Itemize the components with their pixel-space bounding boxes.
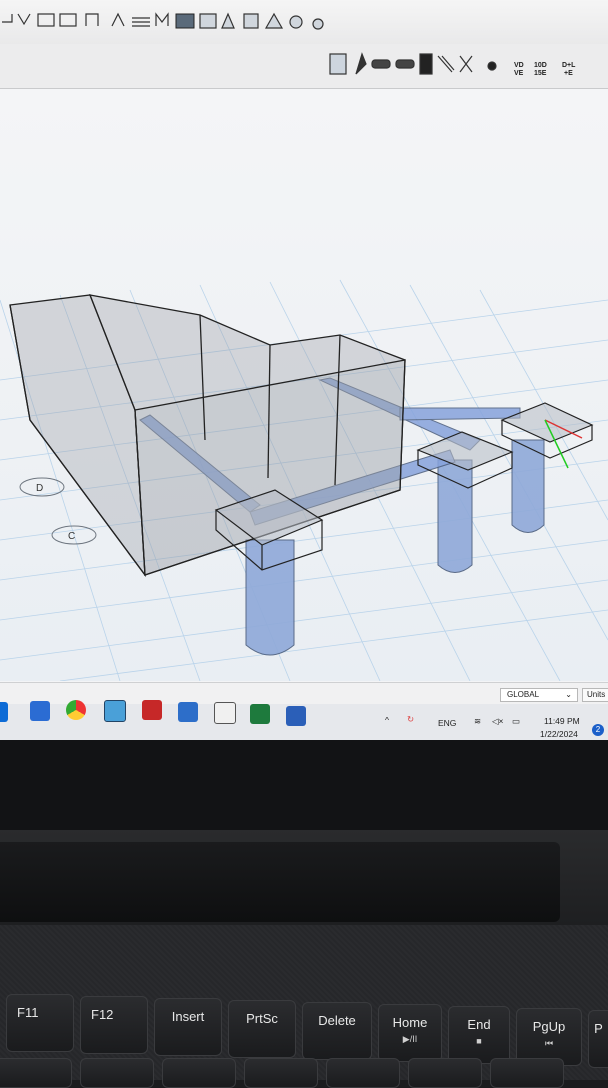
- secondary-toolbar: VD VE 10D 15E D+L +E: [0, 44, 608, 89]
- tool-icon[interactable]: [437, 55, 455, 73]
- coordinate-system-select[interactable]: GLOBAL ⌄: [500, 688, 578, 702]
- tool-icon[interactable]: [459, 55, 473, 73]
- view-icon-label[interactable]: +E: [564, 70, 573, 77]
- word-icon[interactable]: [286, 706, 306, 726]
- chrome-icon[interactable]: [66, 700, 86, 720]
- monitor-screen: VD VE 10D 15E D+L +E D C GLOBAL ⌄ Units …: [0, 0, 608, 740]
- view-icon-label[interactable]: 10D: [534, 62, 547, 69]
- view-icon-label[interactable]: VE: [514, 70, 523, 77]
- start-icon[interactable]: [0, 702, 8, 722]
- view-icon-label[interactable]: D+L: [562, 62, 575, 69]
- grid-bubble-c: C: [51, 525, 97, 545]
- wifi-icon[interactable]: ≋: [474, 716, 481, 727]
- key-f12[interactable]: F12: [80, 996, 148, 1054]
- tool-icon[interactable]: [312, 18, 324, 30]
- volume-muted-icon[interactable]: ◁×: [492, 716, 504, 727]
- laptop-bezel: [0, 740, 608, 830]
- tool-icon[interactable]: [199, 13, 217, 29]
- tool-icon[interactable]: [371, 59, 391, 69]
- tool-icon[interactable]: [243, 13, 259, 29]
- tool-icon[interactable]: [111, 12, 125, 27]
- tool-icon[interactable]: [395, 59, 415, 69]
- tool-icon[interactable]: [85, 13, 99, 26]
- model-viewport[interactable]: D C: [0, 89, 608, 682]
- tool-icon[interactable]: [59, 13, 77, 27]
- key-home[interactable]: Home ▶/II: [378, 1004, 442, 1062]
- key-end[interactable]: End ■: [448, 1006, 510, 1064]
- tool-icon[interactable]: [221, 12, 235, 29]
- units-button[interactable]: Units: [582, 688, 608, 702]
- grid-bubble-d: D: [19, 477, 65, 497]
- file-explorer-icon[interactable]: [30, 701, 50, 721]
- key-row2[interactable]: [326, 1058, 400, 1088]
- language-indicator[interactable]: ENG: [438, 718, 456, 728]
- coordinate-system-value: GLOBAL: [507, 690, 540, 699]
- grid-bubble-label: D: [36, 483, 43, 494]
- tool-icon[interactable]: [289, 15, 303, 29]
- tool-icon[interactable]: [355, 52, 367, 75]
- key-prtsc[interactable]: PrtSc: [228, 1000, 296, 1058]
- calculator-icon[interactable]: [214, 702, 236, 724]
- tool-icon[interactable]: [155, 12, 169, 26]
- tool-icon[interactable]: [487, 61, 497, 71]
- excel-icon[interactable]: [250, 704, 270, 724]
- tool-icon[interactable]: [37, 13, 55, 27]
- app-e-icon[interactable]: [178, 702, 198, 722]
- clock-time[interactable]: 11:49 PM: [544, 716, 580, 726]
- sync-icon[interactable]: ↻: [407, 714, 414, 725]
- key-f11[interactable]: F11: [6, 994, 74, 1052]
- chevron-up-icon[interactable]: ^: [385, 715, 389, 725]
- chevron-down-icon: ⌄: [565, 690, 572, 699]
- tool-icon[interactable]: [132, 17, 150, 27]
- column[interactable]: [511, 439, 545, 533]
- tool-icon[interactable]: [17, 13, 31, 26]
- tool-icon[interactable]: [175, 13, 195, 29]
- clock-date[interactable]: 1/22/2024: [540, 729, 578, 739]
- battery-icon[interactable]: ▭: [512, 716, 520, 727]
- tool-icon[interactable]: [419, 53, 433, 75]
- sap2000-icon[interactable]: [104, 700, 126, 722]
- key-row2[interactable]: [162, 1058, 236, 1088]
- key-partial[interactable]: P: [588, 1010, 608, 1068]
- main-toolbar: [0, 0, 608, 45]
- key-row2[interactable]: [0, 1058, 72, 1088]
- grid-bubble-label: C: [68, 531, 75, 542]
- key-delete[interactable]: Delete: [302, 1002, 372, 1060]
- view-icon-label[interactable]: VD: [514, 62, 524, 69]
- hinge-bar: [0, 842, 560, 922]
- notification-badge[interactable]: 2: [592, 724, 604, 736]
- tool-icon[interactable]: [264, 12, 284, 29]
- key-row2[interactable]: [408, 1058, 482, 1088]
- beam[interactable]: [399, 407, 521, 421]
- tool-icon[interactable]: [2, 14, 13, 23]
- toolbar-icons-row: [2, 12, 324, 30]
- key-row2[interactable]: [490, 1058, 564, 1088]
- structure-3d-view[interactable]: D C: [0, 89, 608, 682]
- autocad-icon[interactable]: [142, 700, 162, 720]
- view-icon-label[interactable]: 15E: [534, 70, 546, 77]
- key-row2[interactable]: [80, 1058, 154, 1088]
- column[interactable]: [245, 539, 295, 656]
- key-insert[interactable]: Insert: [154, 998, 222, 1056]
- tool-icon[interactable]: [329, 53, 347, 75]
- key-row2[interactable]: [244, 1058, 318, 1088]
